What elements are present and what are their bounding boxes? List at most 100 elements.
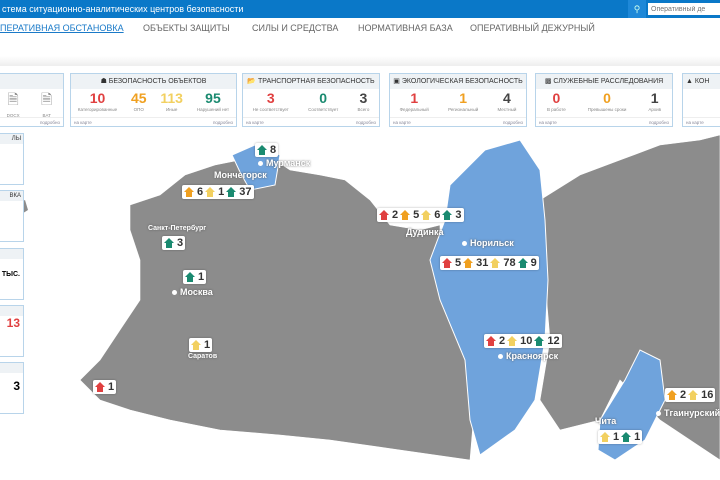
card-documents[interactable]: 🗎 DOCX 🗎 BAT подробно (0, 73, 64, 127)
stat-value: 1 (410, 90, 419, 106)
house-icon (226, 187, 237, 197)
russia-map[interactable] (0, 130, 720, 480)
card-value: ТЫС. (1, 271, 20, 278)
on-map-link[interactable]: на карте (686, 120, 704, 125)
tab-regulations[interactable]: НОРМАТИВНАЯ БАЗА (358, 19, 453, 37)
house-icon (507, 336, 518, 346)
app-title-bar: стема ситуационно-аналитических центров … (0, 0, 720, 18)
house-icon (621, 432, 632, 442)
stat-value: 0 (319, 90, 328, 106)
house-icon (205, 187, 216, 197)
house-icon (667, 390, 677, 400)
tab-operational[interactable]: ПЕРАТИВНАЯ ОБСТАНОВКА (0, 19, 124, 37)
card-label: BAT (42, 113, 51, 118)
house-icon (191, 340, 201, 350)
house-icon (463, 258, 474, 268)
house-icon (400, 210, 411, 220)
house-icon (257, 145, 267, 155)
stat-value: 10 (89, 90, 106, 106)
stat-value: 0 (603, 90, 611, 106)
city-label[interactable]: Санкт-Петербург (148, 225, 206, 232)
on-map-link[interactable]: на карте (246, 120, 264, 125)
card-objects-security[interactable]: ☗ БЕЗОПАСНОСТЬ ОБЪЕКТОВ 10 Категорированн… (70, 73, 237, 127)
map-marker[interactable]: 5 31 78 9 (440, 256, 539, 270)
stat-label: Региональный (448, 107, 479, 112)
card-title: КОН (694, 78, 710, 85)
city-label[interactable]: Красноярск (498, 351, 558, 361)
card-control[interactable]: ▲ КОН на карте (682, 73, 720, 127)
house-icon (421, 210, 432, 220)
left-card[interactable]: ВКА (0, 190, 24, 242)
city-label[interactable]: Чита (595, 416, 616, 426)
on-map-link[interactable]: на карте (539, 120, 557, 125)
map-marker[interactable]: 2 16 (665, 388, 716, 402)
card-investigations[interactable]: ▩ СЛУЖЕБНЫЕ РАССЛЕДОВАНИЯ 0В работе 0 Пре… (535, 73, 673, 127)
stat-value: 4 (503, 90, 511, 106)
stat-label: Всего (357, 107, 370, 112)
on-map-link[interactable]: на карте (74, 120, 92, 125)
left-card[interactable]: 3 (0, 362, 24, 414)
tab-protection-objects[interactable]: ОБЪЕКТЫ ЗАЩИТЫ (143, 19, 230, 37)
house-icon (442, 258, 452, 268)
map-marker[interactable]: 6 1 37 (182, 185, 254, 199)
city-label[interactable]: Саратов (188, 353, 217, 360)
stat-value: 113 (160, 90, 183, 106)
app-title: стема ситуационно-аналитических центров … (2, 4, 244, 14)
card-ecological-security[interactable]: ▣ ЭКОЛОГИЧЕСКАЯ БЕЗОПАСНОСТЬ 1 Федеральны… (389, 73, 527, 127)
stat-label: В работе (546, 107, 566, 112)
stat-label: Архив (648, 107, 661, 112)
stat-label: Иные (165, 107, 178, 112)
search-icon: ⚲ (633, 4, 641, 14)
tab-duty-officer[interactable]: ОПЕРАТИВНЫЙ ДЕЖУРНЫЙ (470, 19, 595, 37)
house-icon (517, 258, 528, 268)
city-label[interactable]: Мончегорск (214, 170, 267, 180)
more-link[interactable]: подробно (213, 120, 233, 125)
city-label[interactable]: Тгаинурский (656, 408, 720, 418)
search-button[interactable]: ⚲ (628, 0, 646, 18)
house-icon (490, 258, 501, 268)
map-marker[interactable]: 1 (93, 380, 117, 394)
map-marker[interactable]: 8 (255, 143, 279, 157)
document-icon: 🗎 (7, 91, 19, 107)
house-icon (164, 238, 174, 248)
more-link[interactable]: подробно (40, 120, 60, 125)
folder-icon: 📂 (247, 78, 259, 85)
more-link[interactable]: подробно (503, 120, 523, 125)
map-marker[interactable]: 2 10 12 (484, 334, 562, 348)
map-marker[interactable]: 11 (598, 430, 643, 444)
house-icon (185, 272, 195, 282)
stat-value: 3 (266, 90, 275, 106)
left-card[interactable]: ЛЫ (0, 133, 24, 185)
stat-label: Категорированные (77, 107, 118, 112)
house-icon (379, 210, 389, 220)
tab-forces[interactable]: СИЛЫ И СРЕДСТВА (252, 19, 338, 37)
left-card[interactable]: ТЫС. (0, 248, 24, 300)
house-icon: ☗ (100, 78, 109, 85)
city-label[interactable]: Москва (172, 287, 213, 297)
house-icon (688, 390, 699, 400)
card-title: БЕЗОПАСНОСТЬ ОБЪЕКТОВ (108, 78, 207, 85)
divider (0, 56, 720, 66)
map-marker[interactable]: 1 (189, 338, 213, 352)
stat-label: Превышены сроки (587, 107, 627, 112)
card-title: ТРАНСПОРТНАЯ БЕЗОПАСНОСТЬ (258, 78, 375, 85)
house-icon (442, 210, 453, 220)
house-icon (184, 187, 194, 197)
card-transport-security[interactable]: 📂 ТРАНСПОРТНАЯ БЕЗОПАСНОСТЬ 3 Не соответс… (242, 73, 380, 127)
search-input[interactable] (648, 3, 720, 15)
more-link[interactable]: подробно (356, 120, 376, 125)
on-map-link[interactable]: на карте (393, 120, 411, 125)
left-card[interactable]: 13 (0, 305, 24, 357)
stat-label: Соответствует (308, 107, 339, 112)
map-marker[interactable]: 3 (162, 236, 186, 250)
card-title: СЛУЖЕБНЫЕ РАССЛЕДОВАНИЯ (553, 78, 664, 85)
city-label[interactable]: Норильск (462, 238, 514, 248)
more-link[interactable]: подробно (649, 120, 669, 125)
city-label[interactable]: Дудинка (406, 227, 444, 237)
map-marker[interactable]: 2563 (377, 208, 464, 222)
stat-label: Нарушений нет (196, 107, 230, 112)
house-icon (95, 382, 105, 392)
city-label[interactable]: Мурманск (258, 158, 310, 168)
map-region-west[interactable] (79, 149, 476, 461)
map-marker[interactable]: 1 (183, 270, 207, 284)
